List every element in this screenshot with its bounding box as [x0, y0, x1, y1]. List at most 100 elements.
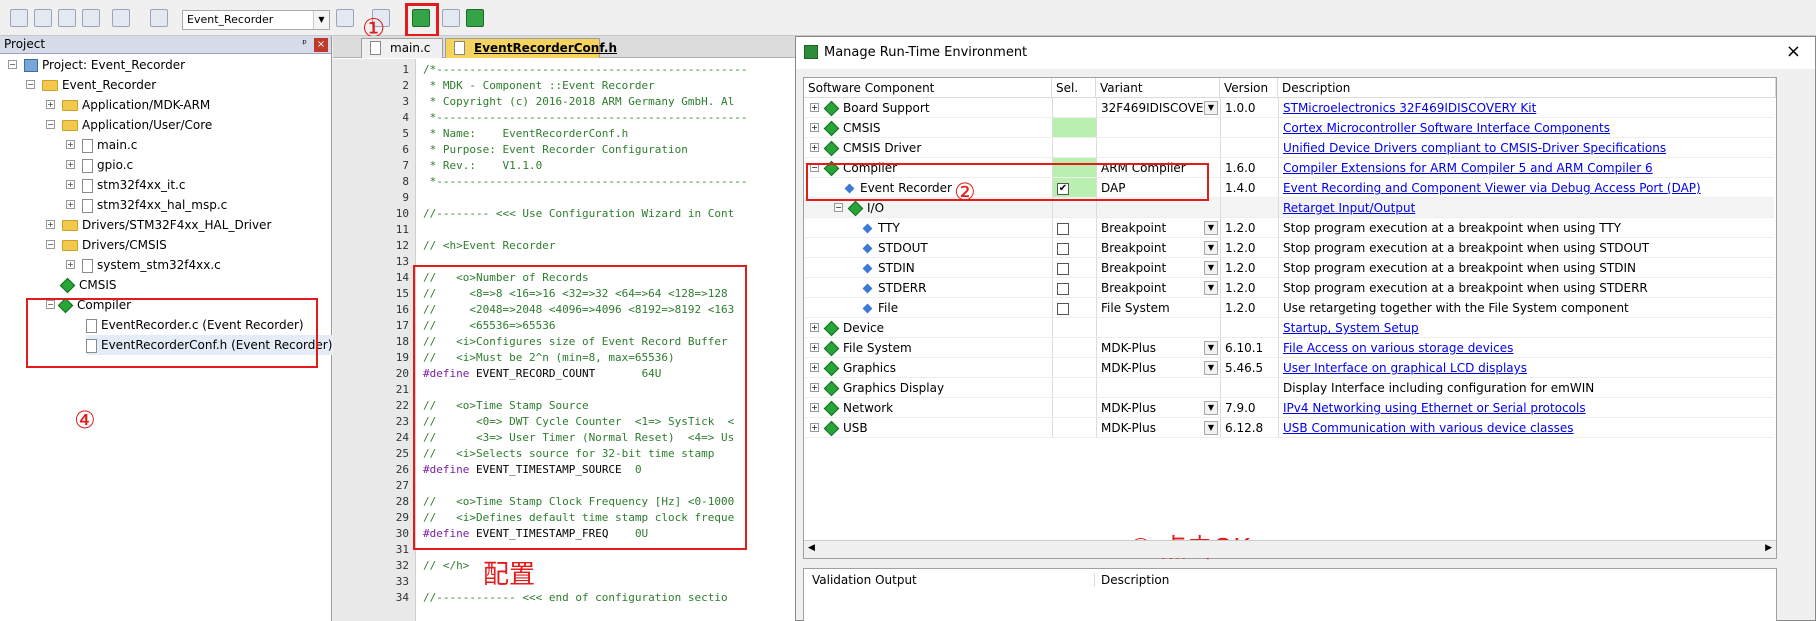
component-row[interactable]: File File System 1.2.0 Use retargeting t…: [804, 298, 1774, 318]
component-row[interactable]: + Device Startup, System Setup: [804, 318, 1774, 338]
code-line[interactable]: * Name: EventRecorderConf.h: [423, 127, 629, 140]
tree-item-group[interactable]: + Application/MDK-ARM: [46, 95, 210, 115]
description-link[interactable]: Startup, System Setup: [1283, 321, 1419, 335]
translate-icon[interactable]: [10, 9, 28, 27]
scroll-left-icon[interactable]: ◀: [808, 543, 815, 553]
chevron-down-icon[interactable]: ▼: [1204, 421, 1218, 435]
component-row[interactable]: + USB MDK-Plus ▼ 6.12.8 USB Communication …: [804, 418, 1774, 438]
code-line[interactable]: * Rev.: V1.1.0: [423, 159, 543, 172]
tree-item-file[interactable]: + gpio.c: [66, 155, 133, 175]
code-line[interactable]: * Copyright (c) 2016-2018 ARM Germany Gm…: [423, 95, 735, 108]
component-row[interactable]: + Network MDK-Plus ▼ 7.9.0 IPv4 Networking…: [804, 398, 1774, 418]
component-row[interactable]: − I/O Retarget Input/Output: [804, 198, 1774, 218]
description-link[interactable]: User Interface on graphical LCD displays: [1283, 361, 1527, 375]
variant-select[interactable]: MDK-Plus ▼: [1096, 418, 1220, 438]
tree-item-component[interactable]: CMSIS: [59, 275, 117, 295]
collapse-icon[interactable]: −: [46, 240, 55, 249]
tree-item-group[interactable]: + Drivers/STM32F4xx_HAL_Driver: [46, 215, 271, 235]
close-icon[interactable]: ×: [1786, 41, 1801, 62]
close-icon[interactable]: ×: [314, 38, 328, 52]
code-line[interactable]: * MDK - Component ::Event Recorder: [423, 79, 655, 92]
tree-item-target[interactable]: − Event_Recorder: [26, 75, 156, 95]
code-line[interactable]: // </h>: [423, 559, 469, 572]
component-row[interactable]: + CMSIS Cortex Microcontroller Software I…: [804, 118, 1774, 138]
expand-icon[interactable]: +: [66, 200, 75, 209]
expand-icon[interactable]: +: [810, 363, 819, 372]
select-checkbox[interactable]: [1057, 282, 1069, 295]
column-header[interactable]: Version: [1220, 78, 1278, 98]
expand-icon[interactable]: +: [810, 403, 819, 412]
description-link[interactable]: Unified Device Drivers compliant to CMSI…: [1283, 141, 1666, 155]
expand-icon[interactable]: +: [66, 180, 75, 189]
component-row[interactable]: STDERR Breakpoint ▼ 1.2.0 Stop program ex…: [804, 278, 1774, 298]
select-checkbox[interactable]: [1057, 222, 1069, 235]
variant-select[interactable]: MDK-Plus ▼: [1096, 338, 1220, 358]
component-row[interactable]: STDIN Breakpoint ▼ 1.2.0 Stop program exe…: [804, 258, 1774, 278]
expand-icon[interactable]: +: [810, 103, 819, 112]
collapse-icon[interactable]: −: [834, 203, 843, 212]
expand-icon[interactable]: +: [810, 323, 819, 332]
collapse-icon[interactable]: −: [8, 60, 17, 69]
tree-item-project-root[interactable]: − Project: Event_Recorder: [8, 55, 185, 75]
code-line[interactable]: // <h>Event Recorder: [423, 239, 555, 252]
version-select[interactable]: 5.46.5: [1220, 358, 1278, 378]
target-select[interactable]: Event_Recorder ▼: [182, 10, 330, 30]
description-link[interactable]: IPv4 Networking using Ethernet or Serial…: [1283, 401, 1586, 415]
version-select[interactable]: 6.12.8: [1220, 418, 1278, 438]
select-checkbox[interactable]: [1057, 242, 1069, 255]
variant-select[interactable]: Breakpoint ▼: [1096, 238, 1220, 258]
description-link[interactable]: File Access on various storage devices: [1283, 341, 1513, 355]
component-row[interactable]: + File System MDK-Plus ▼ 6.10.1 File Acces…: [804, 338, 1774, 358]
chevron-down-icon[interactable]: ▼: [1204, 221, 1218, 235]
description-link[interactable]: Retarget Input/Output: [1283, 201, 1415, 215]
expand-icon[interactable]: +: [810, 343, 819, 352]
column-header[interactable]: Sel.: [1052, 78, 1096, 98]
expand-icon[interactable]: +: [66, 160, 75, 169]
expand-icon[interactable]: +: [810, 383, 819, 392]
tree-item-group[interactable]: − Application/User/Core: [46, 115, 212, 135]
chevron-down-icon[interactable]: ▼: [1204, 341, 1218, 355]
stop-build-icon[interactable]: [112, 9, 130, 27]
batch-build-icon[interactable]: [82, 9, 100, 27]
description-link[interactable]: Event Recording and Component Viewer via…: [1283, 181, 1701, 195]
description-link[interactable]: Compiler Extensions for ARM Compiler 5 a…: [1283, 161, 1653, 175]
rebuild-icon[interactable]: [58, 9, 76, 27]
variant-select[interactable]: Breakpoint ▼: [1096, 218, 1220, 238]
expand-icon[interactable]: +: [46, 100, 55, 109]
tree-item-group[interactable]: − Drivers/CMSIS: [46, 235, 167, 255]
expand-icon[interactable]: +: [66, 140, 75, 149]
pin-icon[interactable]: ᵖ: [302, 37, 307, 50]
code-line[interactable]: *---------------------------------------…: [423, 175, 748, 188]
component-row[interactable]: + Board Support 32F469IDISCOVERY ▼ 1.0.0 S…: [804, 98, 1774, 118]
variant-select[interactable]: MDK-Plus ▼: [1096, 358, 1220, 378]
build-icon[interactable]: [34, 9, 52, 27]
collapse-icon[interactable]: −: [26, 80, 35, 89]
description-link[interactable]: USB Communication with various device cl…: [1283, 421, 1574, 435]
code-line[interactable]: //-------- <<< Use Configuration Wizard …: [423, 207, 734, 220]
variant-select[interactable]: Breakpoint ▼: [1096, 258, 1220, 278]
scroll-right-icon[interactable]: ▶: [1765, 543, 1772, 553]
tree-item-file[interactable]: + main.c: [66, 135, 137, 155]
expand-icon[interactable]: +: [810, 423, 819, 432]
component-row[interactable]: STDOUT Breakpoint ▼ 1.2.0 Stop program ex…: [804, 238, 1774, 258]
component-row[interactable]: + Graphics Display Display Interface incl…: [804, 378, 1774, 398]
expand-icon[interactable]: +: [66, 260, 75, 269]
select-checkbox[interactable]: [1057, 302, 1069, 315]
tree-item-file[interactable]: + system_stm32f4xx.c: [66, 255, 221, 275]
tree-item-file[interactable]: + stm32f4xx_it.c: [66, 175, 185, 195]
pack-installer-icon[interactable]: [466, 9, 484, 27]
download-icon[interactable]: [150, 9, 168, 27]
expand-icon[interactable]: +: [46, 220, 55, 229]
variant-select[interactable]: Breakpoint ▼: [1096, 278, 1220, 298]
tab-eventrecorderconf-h[interactable]: EventRecorderConf.h: [445, 38, 617, 58]
component-row[interactable]: + CMSIS Driver Unified Device Drivers com…: [804, 138, 1774, 158]
version-select[interactable]: 7.9.0: [1220, 398, 1278, 418]
column-header[interactable]: Description: [1278, 78, 1776, 98]
code-line[interactable]: *---------------------------------------…: [423, 111, 748, 124]
chevron-down-icon[interactable]: ▼: [1204, 261, 1218, 275]
horizontal-scrollbar[interactable]: ◀ ▶: [804, 540, 1776, 558]
chevron-down-icon[interactable]: ▼: [1204, 101, 1218, 115]
component-row[interactable]: + Graphics MDK-Plus ▼ 5.46.5 User Interfac…: [804, 358, 1774, 378]
options-for-target-icon[interactable]: [336, 9, 354, 27]
code-line[interactable]: /*--------------------------------------…: [423, 63, 748, 76]
